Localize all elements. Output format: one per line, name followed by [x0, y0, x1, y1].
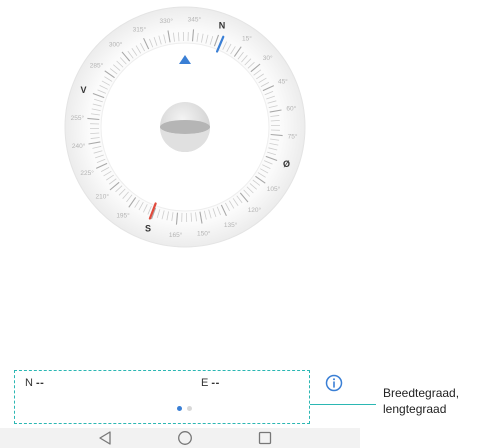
degree-label: 315°: [133, 25, 147, 33]
cardinal-west: V: [81, 85, 87, 95]
compass-dial: 15° 30° 45° 60° 75° 105° 120° 135° 150° 165° 195° 2…: [64, 6, 306, 248]
page-indicator: [177, 406, 192, 411]
cardinal-north: N: [219, 21, 226, 31]
degree-label: 120°: [248, 206, 262, 214]
degree-label: 135°: [224, 221, 238, 229]
degree-label: 75°: [288, 133, 298, 141]
degree-label: 255°: [71, 114, 85, 122]
degree-label: 210°: [96, 193, 110, 201]
back-icon[interactable]: [97, 430, 113, 446]
degree-label: 195°: [116, 212, 130, 220]
latitude-direction: N: [25, 377, 33, 389]
home-icon[interactable]: [177, 430, 193, 446]
degree-label: 165°: [169, 231, 183, 239]
degree-label: 285°: [90, 61, 104, 69]
level-sphere-icon: [160, 102, 210, 152]
degree-label: 15°: [242, 35, 252, 43]
degree-label: 60°: [286, 104, 296, 112]
degree-label: 30°: [263, 54, 273, 62]
callout-line-1: Breedtegraad,: [383, 386, 460, 400]
degree-label: 240°: [72, 142, 86, 150]
coordinates-panel: N -- E --: [14, 370, 310, 424]
latitude-value: --: [36, 377, 45, 389]
longitude-value: --: [211, 377, 220, 389]
callout-line: [310, 404, 376, 405]
cardinal-east: Ø: [283, 159, 290, 169]
callout-line-2: lengtegraad: [383, 402, 447, 416]
degree-label: 345°: [188, 16, 202, 24]
system-nav-bar: [0, 428, 360, 448]
page-dot[interactable]: [187, 406, 192, 411]
callout-label: Breedtegraad, lengtegraad: [383, 385, 479, 417]
recents-icon[interactable]: [257, 430, 273, 446]
degree-label: 330°: [160, 17, 174, 25]
degree-label: 105°: [267, 185, 281, 193]
degree-label: 300°: [109, 40, 123, 48]
longitude-direction: E: [201, 377, 209, 389]
latitude-readout: N --: [25, 377, 44, 389]
page-dot-active[interactable]: [177, 406, 182, 411]
cardinal-south: S: [145, 223, 151, 233]
degree-label: 150°: [197, 230, 211, 238]
degree-label: 225°: [80, 169, 94, 177]
info-icon[interactable]: [325, 374, 343, 392]
degree-label: 45°: [278, 78, 288, 86]
longitude-readout: E --: [201, 377, 220, 389]
